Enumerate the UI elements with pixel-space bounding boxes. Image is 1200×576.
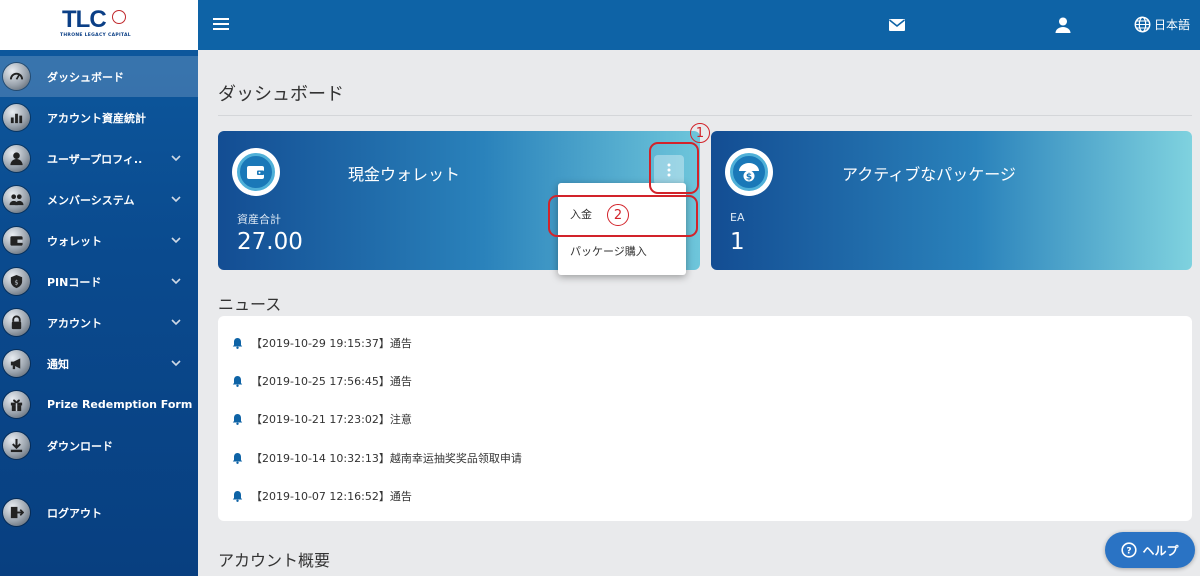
package-badge: $ (725, 148, 773, 196)
menu-item-buy-package[interactable]: パッケージ購入 (570, 243, 647, 259)
card-title: 現金ウォレット (348, 165, 461, 184)
language-label: 日本語 (1154, 18, 1191, 32)
sidebar-item-label: Prize Redemption Form (47, 398, 193, 411)
logout-icon (3, 499, 30, 526)
language-selector[interactable]: 日本語 (1134, 16, 1190, 33)
annotation-number-2: 2 (607, 204, 629, 226)
sidebar-item-user-profile[interactable]: ユーザープロフィ.. (0, 138, 198, 179)
active-package-card: $ アクティブなパッケージ EA 1 (711, 131, 1192, 270)
chevron-down-icon (171, 237, 181, 244)
sidebar-item-label: 通知 (47, 357, 69, 371)
logo-seal-icon (112, 10, 126, 24)
bell-icon (232, 338, 243, 349)
news-item[interactable]: 【2019-10-21 17:23:02】注意 (232, 411, 412, 427)
card-subtitle: 資産合計 (237, 213, 281, 226)
news-item[interactable]: 【2019-10-25 17:56:45】通告 (232, 373, 412, 389)
news-panel: 【2019-10-29 19:15:37】通告 【2019-10-25 17:5… (218, 316, 1192, 521)
sidebar-item-member-system[interactable]: メンバーシステム (0, 179, 198, 220)
card-subtitle: EA (730, 211, 745, 224)
sidebar-item-label: PINコード (47, 275, 102, 289)
umbrella-dollar-icon: $ (739, 163, 759, 183)
sidebar-item-label: メンバーシステム (47, 193, 135, 207)
sidebar-item-account-stats[interactable]: アカウント資産統計 (0, 97, 198, 138)
logo[interactable]: TLC THRONE LEGACY CAPITAL (0, 0, 198, 50)
megaphone-icon (3, 350, 30, 377)
logo-subtitle: THRONE LEGACY CAPITAL (60, 33, 131, 38)
news-item[interactable]: 【2019-10-29 19:15:37】通告 (232, 335, 412, 351)
wallet-icon (3, 227, 30, 254)
sidebar-item-notifications[interactable]: 通知 (0, 343, 198, 384)
download-icon (3, 432, 30, 459)
help-label: ヘルプ (1142, 543, 1179, 558)
pin-badge-icon: $ (3, 268, 30, 295)
chevron-down-icon (171, 319, 181, 326)
bell-icon (232, 491, 243, 502)
globe-icon (1134, 16, 1151, 33)
sidebar-item-label: ダッシュボード (47, 70, 124, 84)
wallet-icon (247, 166, 264, 179)
sidebar-item-dashboard[interactable]: ダッシュボード (0, 56, 198, 97)
svg-text:?: ? (1127, 547, 1132, 557)
sidebar-item-account[interactable]: アカウント (0, 302, 198, 343)
news-item-text: 【2019-10-14 10:32:13】越南幸运抽奖奖品领取申请 (251, 452, 522, 465)
bell-icon (232, 414, 243, 425)
sidebar-item-logout[interactable]: ログアウト (0, 492, 198, 533)
card-value: 1 (730, 229, 745, 255)
sidebar-item-wallet[interactable]: ウォレット (0, 220, 198, 261)
title-divider (218, 115, 1192, 116)
chevron-down-icon (171, 155, 181, 162)
top-bar: 日本語 (198, 0, 1200, 50)
sidebar-item-label: ログアウト (47, 506, 102, 520)
sidebar-item-label: ユーザープロフィ.. (47, 152, 143, 166)
menu-icon[interactable] (213, 17, 229, 31)
svg-text:$: $ (746, 173, 752, 183)
sidebar-item-label: ダウンロード (47, 439, 113, 453)
chevron-down-icon (171, 278, 181, 285)
svg-text:$: $ (14, 278, 18, 286)
bell-icon (232, 376, 243, 387)
account-summary-heading: アカウント概要 (218, 551, 331, 570)
chevron-down-icon (171, 196, 181, 203)
sidebar-item-pin-code[interactable]: $ PINコード (0, 261, 198, 302)
sidebar-item-label: アカウント資産統計 (47, 111, 146, 125)
annotation-highlight-1 (649, 142, 699, 194)
sidebar-item-download[interactable]: ダウンロード (0, 425, 198, 466)
user-profile-icon[interactable] (1054, 16, 1072, 34)
dashboard-gauge-icon (3, 63, 30, 90)
mail-icon[interactable] (888, 16, 906, 34)
sidebar: TLC THRONE LEGACY CAPITAL ダッシュボード アカウント資… (0, 0, 198, 576)
gift-icon (3, 391, 30, 418)
chevron-down-icon (171, 360, 181, 367)
news-item-text: 【2019-10-25 17:56:45】通告 (251, 375, 412, 388)
news-item-text: 【2019-10-21 17:23:02】注意 (251, 413, 412, 426)
annotation-number-1: 1 (690, 123, 710, 143)
bell-icon (232, 453, 243, 464)
sidebar-item-prize-redemption[interactable]: Prize Redemption Form (0, 384, 198, 425)
user-icon (3, 145, 30, 172)
page-title: ダッシュボード (218, 84, 344, 105)
card-value: 27.00 (237, 229, 303, 255)
help-question-icon: ? (1121, 542, 1138, 558)
news-item-text: 【2019-10-07 12:16:52】通告 (251, 490, 412, 503)
card-title: アクティブなパッケージ (842, 165, 1016, 184)
news-item[interactable]: 【2019-10-14 10:32:13】越南幸运抽奖奖品领取申请 (232, 450, 522, 466)
news-item-text: 【2019-10-29 19:15:37】通告 (251, 337, 412, 350)
sidebar-item-label: アカウント (47, 316, 102, 330)
logo-text: TLC (62, 6, 107, 33)
wallet-badge (232, 148, 280, 196)
help-button[interactable]: ? ヘルプ (1105, 532, 1195, 568)
bar-chart-icon (3, 104, 30, 131)
sidebar-item-label: ウォレット (47, 234, 102, 248)
lock-icon (3, 309, 30, 336)
news-item[interactable]: 【2019-10-07 12:16:52】通告 (232, 488, 412, 504)
news-heading: ニュース (218, 295, 282, 314)
group-icon (3, 186, 30, 213)
